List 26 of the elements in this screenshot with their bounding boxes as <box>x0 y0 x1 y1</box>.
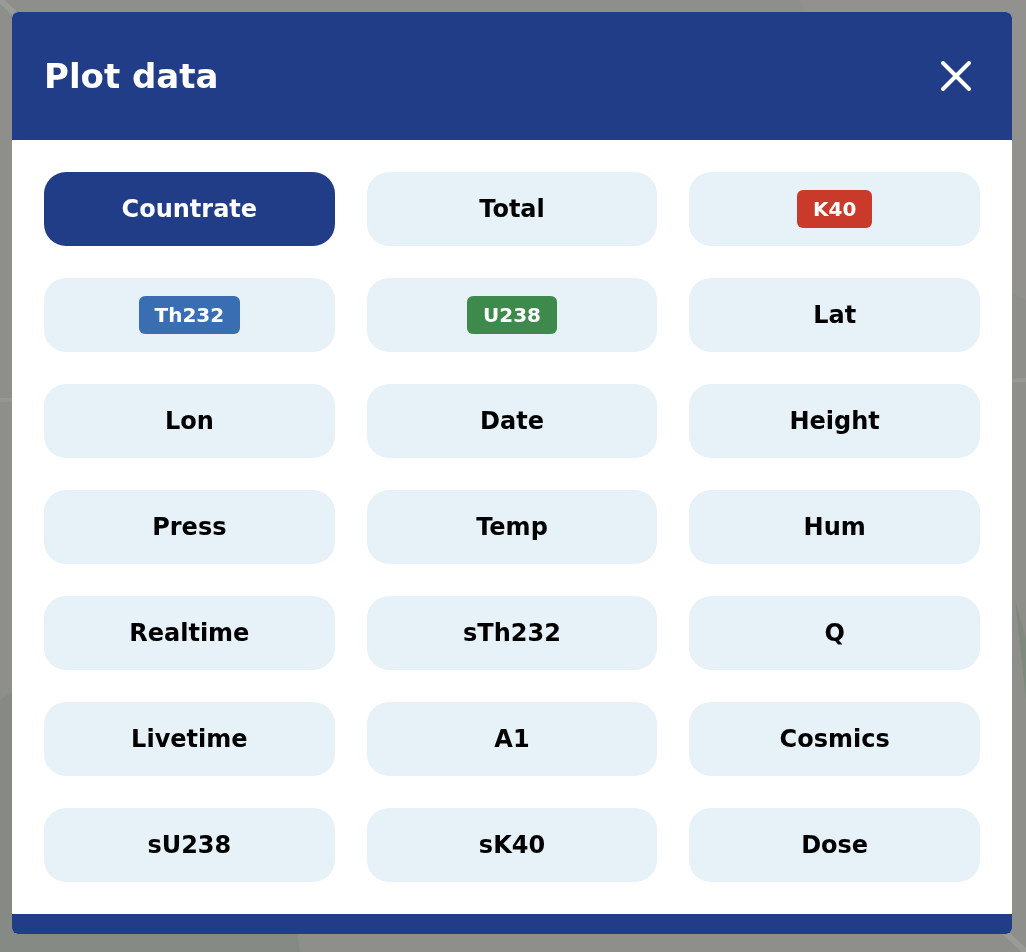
option-button[interactable]: A1 <box>366 702 658 776</box>
dialog-title: Plot data <box>44 54 219 98</box>
option-button[interactable]: K40 <box>689 172 980 246</box>
option-button[interactable]: Height <box>689 384 980 458</box>
option-button[interactable]: Lat <box>689 278 980 352</box>
option-button[interactable]: Temp <box>366 490 658 564</box>
option-button[interactable]: Date <box>366 384 658 458</box>
close-icon[interactable] <box>940 60 972 92</box>
option-button[interactable]: Q <box>689 596 980 670</box>
option-button[interactable]: sU238 <box>44 808 335 882</box>
option-button[interactable]: Cosmics <box>689 702 980 776</box>
option-button[interactable]: Press <box>44 490 335 564</box>
option-button[interactable]: Realtime <box>44 596 335 670</box>
option-button[interactable]: Dose <box>689 808 980 882</box>
option-button[interactable]: Th232 <box>44 278 335 352</box>
option-button[interactable]: sTh232 <box>366 596 658 670</box>
tag-label: K40 <box>797 190 873 228</box>
option-button[interactable]: sK40 <box>366 808 658 882</box>
tag-label: U238 <box>467 296 557 334</box>
option-button[interactable]: Livetime <box>44 702 335 776</box>
option-button[interactable]: U238 <box>366 278 658 352</box>
option-button[interactable]: Countrate <box>44 172 335 246</box>
option-button[interactable]: Lon <box>44 384 335 458</box>
tag-label: Th232 <box>138 296 241 334</box>
option-button[interactable]: Hum <box>689 490 980 564</box>
option-button[interactable]: Total <box>366 172 658 246</box>
